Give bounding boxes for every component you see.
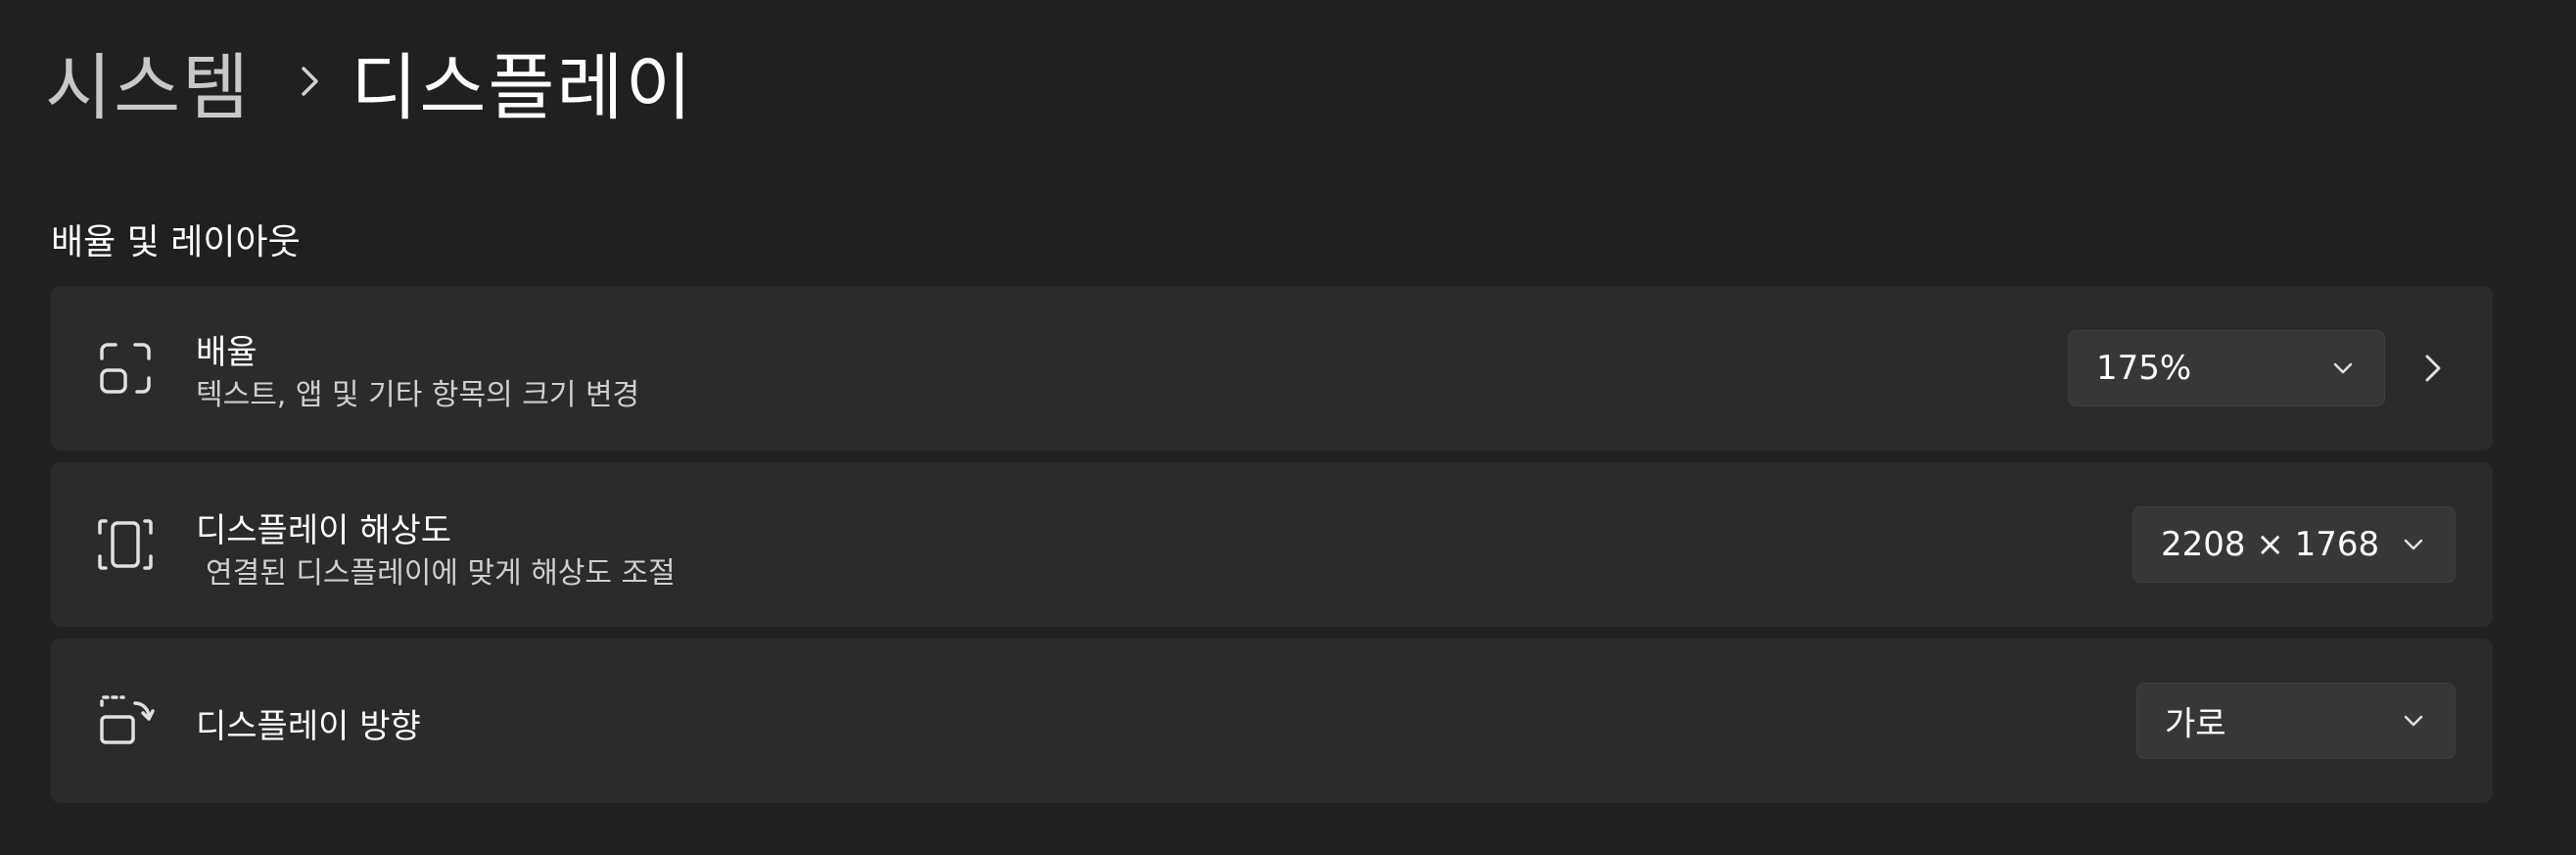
- chevron-down-icon: [2329, 355, 2357, 382]
- chevron-down-icon: [2400, 531, 2427, 558]
- scale-title: 배율: [196, 333, 258, 372]
- settings-page: 시스템 디스플레이 배율 및 레이아웃 배율 텍스트, 앱 및 기타 항목의 크…: [0, 0, 2576, 855]
- chevron-right-icon: [300, 65, 321, 98]
- orientation-dropdown[interactable]: 가로: [2136, 683, 2456, 759]
- scale-dropdown-value: 175%: [2096, 349, 2192, 388]
- orientation-icon: [94, 689, 157, 752]
- scale-icon: [94, 337, 157, 400]
- resolution-description: 연결된 디스플레이에 맞게 해상도 조절: [206, 556, 676, 591]
- resolution-title: 디스플레이 해상도: [196, 511, 452, 550]
- chevron-down-icon: [2400, 707, 2427, 735]
- resolution-icon: [94, 513, 157, 576]
- resolution-dropdown-value: 2208 × 1768: [2161, 525, 2380, 564]
- page-title: 디스플레이: [351, 45, 694, 130]
- resolution-dropdown[interactable]: 2208 × 1768: [2132, 506, 2456, 583]
- orientation-title: 디스플레이 방향: [196, 707, 421, 746]
- resolution-card: 디스플레이 해상도 연결된 디스플레이에 맞게 해상도 조절 2208 × 17…: [51, 462, 2493, 627]
- chevron-right-icon[interactable]: [2414, 351, 2450, 386]
- orientation-card: 디스플레이 방향 가로: [51, 639, 2493, 803]
- section-title: 배율 및 레이아웃: [51, 222, 301, 262]
- scale-card: 배율 텍스트, 앱 및 기타 항목의 크기 변경 175%: [51, 286, 2493, 451]
- scale-dropdown[interactable]: 175%: [2068, 330, 2385, 406]
- breadcrumb-parent-system[interactable]: 시스템: [45, 29, 251, 134]
- scale-description: 텍스트, 앱 및 기타 항목의 크기 변경: [196, 378, 640, 412]
- breadcrumb: 시스템 디스플레이: [45, 27, 694, 135]
- orientation-dropdown-value: 가로: [2165, 704, 2226, 744]
